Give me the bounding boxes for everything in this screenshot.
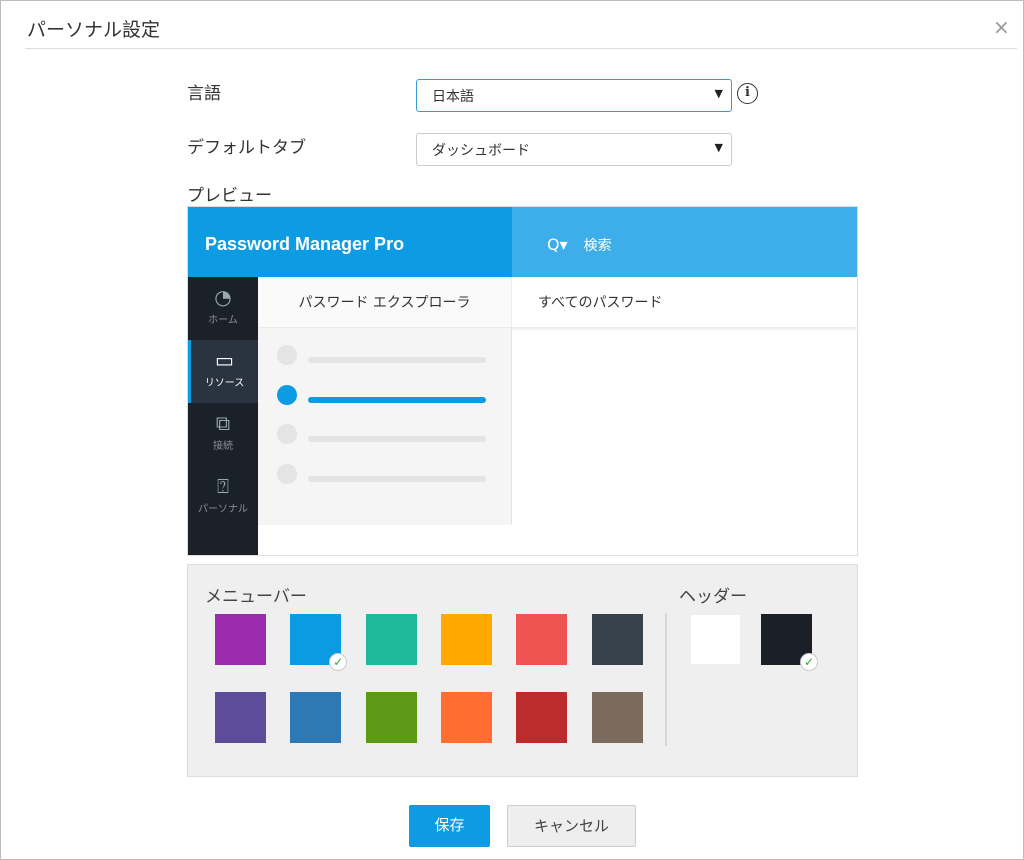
sidebar-item-label: ホーム xyxy=(208,315,238,326)
personal-settings-dialog: パーソナル設定 × 言語 日本語 ▼ i デフォルトタブ ダッシュボード ▼ プレビ… xyxy=(0,0,1024,860)
contact-book-icon: ⍰ xyxy=(217,474,229,498)
menubar-color-swatch[interactable] xyxy=(591,614,643,665)
preview-tabs: パスワード エクスプローラ すべてのパスワード xyxy=(258,277,857,327)
palette-divider xyxy=(665,613,667,746)
menubar-color-swatch[interactable] xyxy=(440,692,492,743)
sidebar-item-connections: ⧉ 接続 xyxy=(188,403,258,466)
info-icon[interactable]: i xyxy=(737,83,758,104)
sidebar-item-resources: ▭ リソース xyxy=(188,340,258,403)
menubar-color-swatch[interactable] xyxy=(516,692,568,743)
menubar-color-swatch[interactable] xyxy=(215,692,266,743)
default-tab-select[interactable]: ダッシュボード ▼ xyxy=(416,133,732,166)
checkmark-icon: ✓ xyxy=(329,653,348,671)
close-icon[interactable]: × xyxy=(993,15,1010,39)
connection-icon: ⧉ xyxy=(215,411,231,435)
header-color-swatch[interactable] xyxy=(690,614,741,665)
language-select[interactable]: 日本語 ▼ xyxy=(416,79,732,112)
preview-explorer xyxy=(258,328,512,525)
dashboard-icon: ◔ xyxy=(214,285,232,309)
search-label: 検索 xyxy=(583,238,612,254)
save-button[interactable]: 保存 xyxy=(409,805,490,847)
theme-preview: Password Manager Pro Q▾ 検索 ◔ ホーム ▭ リソース ⧉ 接続… xyxy=(187,206,858,556)
search-icon: Q▾ xyxy=(547,235,568,254)
language-label: 言語 xyxy=(187,84,221,104)
sidebar-item-home: ◔ ホーム xyxy=(188,277,258,340)
header-label: ヘッダー xyxy=(679,587,747,607)
tab-password-explorer: パスワード エクスプローラ xyxy=(258,277,512,327)
header-color-swatch[interactable]: ✓ xyxy=(761,614,818,671)
preview-sidebar: ◔ ホーム ▭ リソース ⧉ 接続 ⍰ パーソナル xyxy=(188,277,258,555)
default-tab-value: ダッシュボード xyxy=(432,143,530,159)
preview-search: Q▾ 検索 xyxy=(512,207,857,277)
tab-all-passwords: すべてのパスワード xyxy=(538,295,663,311)
menubar-color-swatch[interactable]: ✓ xyxy=(290,614,348,671)
sidebar-item-label: パーソナル xyxy=(198,504,248,515)
menubar-color-swatch[interactable] xyxy=(290,692,342,743)
menubar-color-swatch[interactable] xyxy=(440,614,492,665)
checkmark-icon: ✓ xyxy=(800,653,818,671)
dialog-title: パーソナル設定 xyxy=(27,19,161,41)
monitor-icon: ▭ xyxy=(215,348,234,372)
preview-logo: Password Manager Pro xyxy=(188,207,512,277)
cancel-button[interactable]: キャンセル xyxy=(507,805,636,847)
sidebar-item-personal: ⍰ パーソナル xyxy=(188,466,258,529)
chevron-down-icon: ▼ xyxy=(714,141,723,154)
language-value: 日本語 xyxy=(432,89,474,105)
menubar-color-swatch[interactable] xyxy=(591,692,643,743)
menubar-color-swatch[interactable] xyxy=(516,614,568,665)
sidebar-item-label: リソース xyxy=(204,378,245,389)
chevron-down-icon: ▼ xyxy=(714,87,723,100)
sidebar-item-label: 接続 xyxy=(213,441,233,452)
color-palette: メニューバー ヘッダー ✓ ✓ xyxy=(187,564,858,777)
default-tab-label: デフォルトタブ xyxy=(187,138,306,158)
menubar-color-swatch[interactable] xyxy=(365,692,417,743)
menubar-label: メニューバー xyxy=(205,587,307,607)
menubar-color-swatch[interactable] xyxy=(215,614,266,665)
title-divider xyxy=(25,48,1017,49)
menubar-color-swatch[interactable] xyxy=(365,614,417,665)
preview-label: プレビュー xyxy=(187,186,272,206)
